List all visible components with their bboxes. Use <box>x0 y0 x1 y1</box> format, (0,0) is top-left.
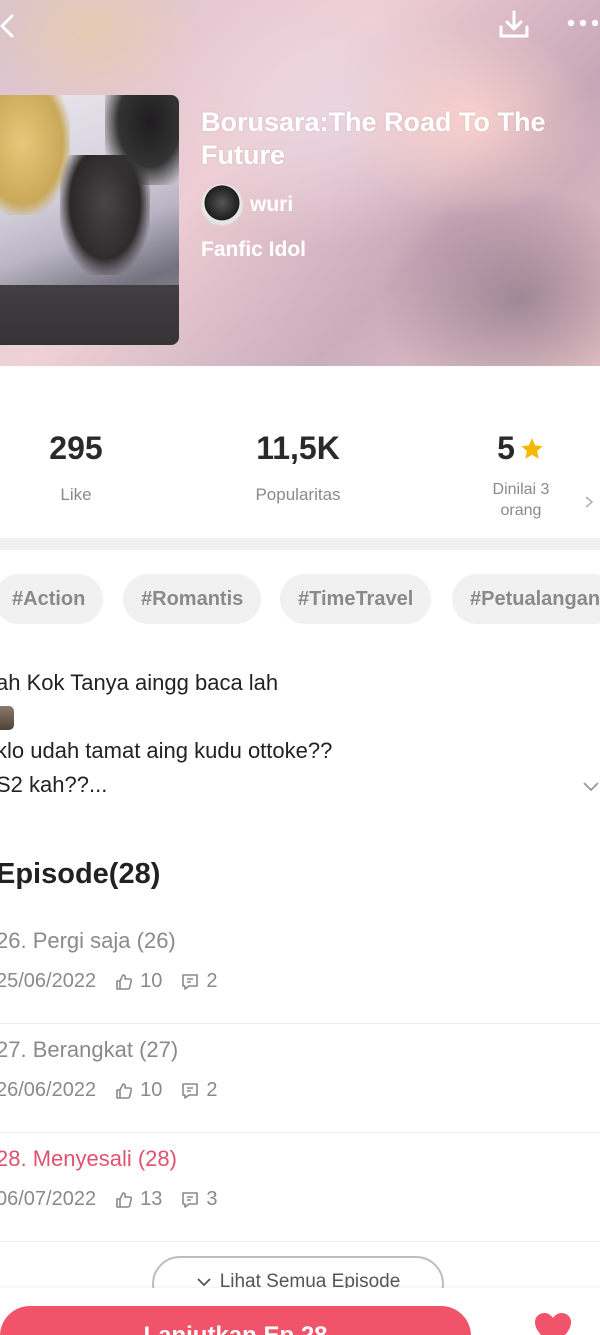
episode-title: 28. Menyesali (28) <box>0 1146 177 1171</box>
episode-comments: 2 <box>206 970 218 992</box>
thumbs-up-icon <box>116 1191 133 1208</box>
episode-item[interactable]: 26. Pergi saja (26) 25/06/2022 10 2 <box>0 914 600 1024</box>
likes-label: Like <box>60 485 92 504</box>
section-divider <box>0 538 600 550</box>
synopsis[interactable]: ah Kok Tanya aingg baca lah klo udah tam… <box>0 666 566 802</box>
tag-romantis[interactable]: #Romantis <box>123 574 262 624</box>
heart-icon[interactable] <box>533 1311 573 1335</box>
episode-likes: 13 <box>140 1188 163 1210</box>
comment-icon <box>182 1191 199 1208</box>
episode-comments: 3 <box>206 1188 218 1210</box>
tag-petualangan[interactable]: #Petualangan <box>452 574 600 624</box>
star-icon <box>521 437 543 459</box>
back-icon[interactable] <box>0 12 22 40</box>
page-title: Borusara:The Road To The Future <box>201 107 546 170</box>
author-name[interactable]: wuri <box>250 193 293 217</box>
comment-icon <box>182 973 199 990</box>
episode-date: 26/06/2022 <box>0 1079 97 1101</box>
episode-title: 26. Pergi saja (26) <box>0 928 176 953</box>
episode-likes: 10 <box>140 1079 163 1101</box>
thumbs-up-icon <box>116 1082 133 1099</box>
episode-date: 25/06/2022 <box>0 970 97 992</box>
thumbs-up-icon <box>116 973 133 990</box>
author-avatar[interactable] <box>201 184 243 226</box>
episode-title: 27. Berangkat (27) <box>0 1037 179 1062</box>
popularity-label: Popularitas <box>255 485 341 504</box>
tag-action[interactable]: #Action <box>0 574 104 624</box>
moai-emoji-icon <box>0 706 14 731</box>
episode-likes: 10 <box>140 970 163 992</box>
rating-stat[interactable]: 5 Dinilai 3 orang <box>470 430 572 521</box>
episode-heading: Episode(28) <box>0 858 161 890</box>
tag-list: #Action #Romantis #TimeTravel #Petualang… <box>0 574 600 624</box>
popularity-count: 11,5K <box>256 430 340 466</box>
likes-count: 295 <box>49 430 103 466</box>
header-background: Borusara:The Road To The Future wuri Fan… <box>0 0 600 366</box>
episode-date: 06/07/2022 <box>0 1188 97 1210</box>
more-icon[interactable] <box>566 14 600 32</box>
popularity-stat: 11,5K Popularitas <box>210 430 386 505</box>
episode-item-current[interactable]: 28. Menyesali (28) 06/07/2022 13 3 <box>0 1132 600 1242</box>
tag-timetravel[interactable]: #TimeTravel <box>280 574 432 624</box>
episode-comments: 2 <box>206 1079 218 1101</box>
stats-panel: 295 Like 11,5K Popularitas 5 Dinilai 3 o… <box>0 366 600 538</box>
synopsis-line: S2 kah??... <box>0 772 108 797</box>
download-icon[interactable] <box>496 6 532 42</box>
chevron-right-icon[interactable] <box>583 495 595 509</box>
likes-stat: 295 Like <box>0 430 152 505</box>
chevron-down-icon <box>197 1278 211 1287</box>
synopsis-line: klo udah tamat aing kudu ottoke?? <box>0 738 333 763</box>
rating-count-label: Dinilai 3 orang <box>492 481 550 519</box>
episode-item[interactable]: 27. Berangkat (27) 26/06/2022 10 2 <box>0 1023 600 1133</box>
comment-icon <box>182 1082 199 1099</box>
cover-image <box>0 95 179 345</box>
chevron-down-icon[interactable] <box>581 779 600 793</box>
category-label[interactable]: Fanfic Idol <box>201 238 306 262</box>
continue-reading-button[interactable]: Lanjutkan Ep.28 <box>0 1306 471 1335</box>
synopsis-line: ah Kok Tanya aingg baca lah <box>0 670 279 695</box>
rating-value: 5 <box>497 430 515 466</box>
